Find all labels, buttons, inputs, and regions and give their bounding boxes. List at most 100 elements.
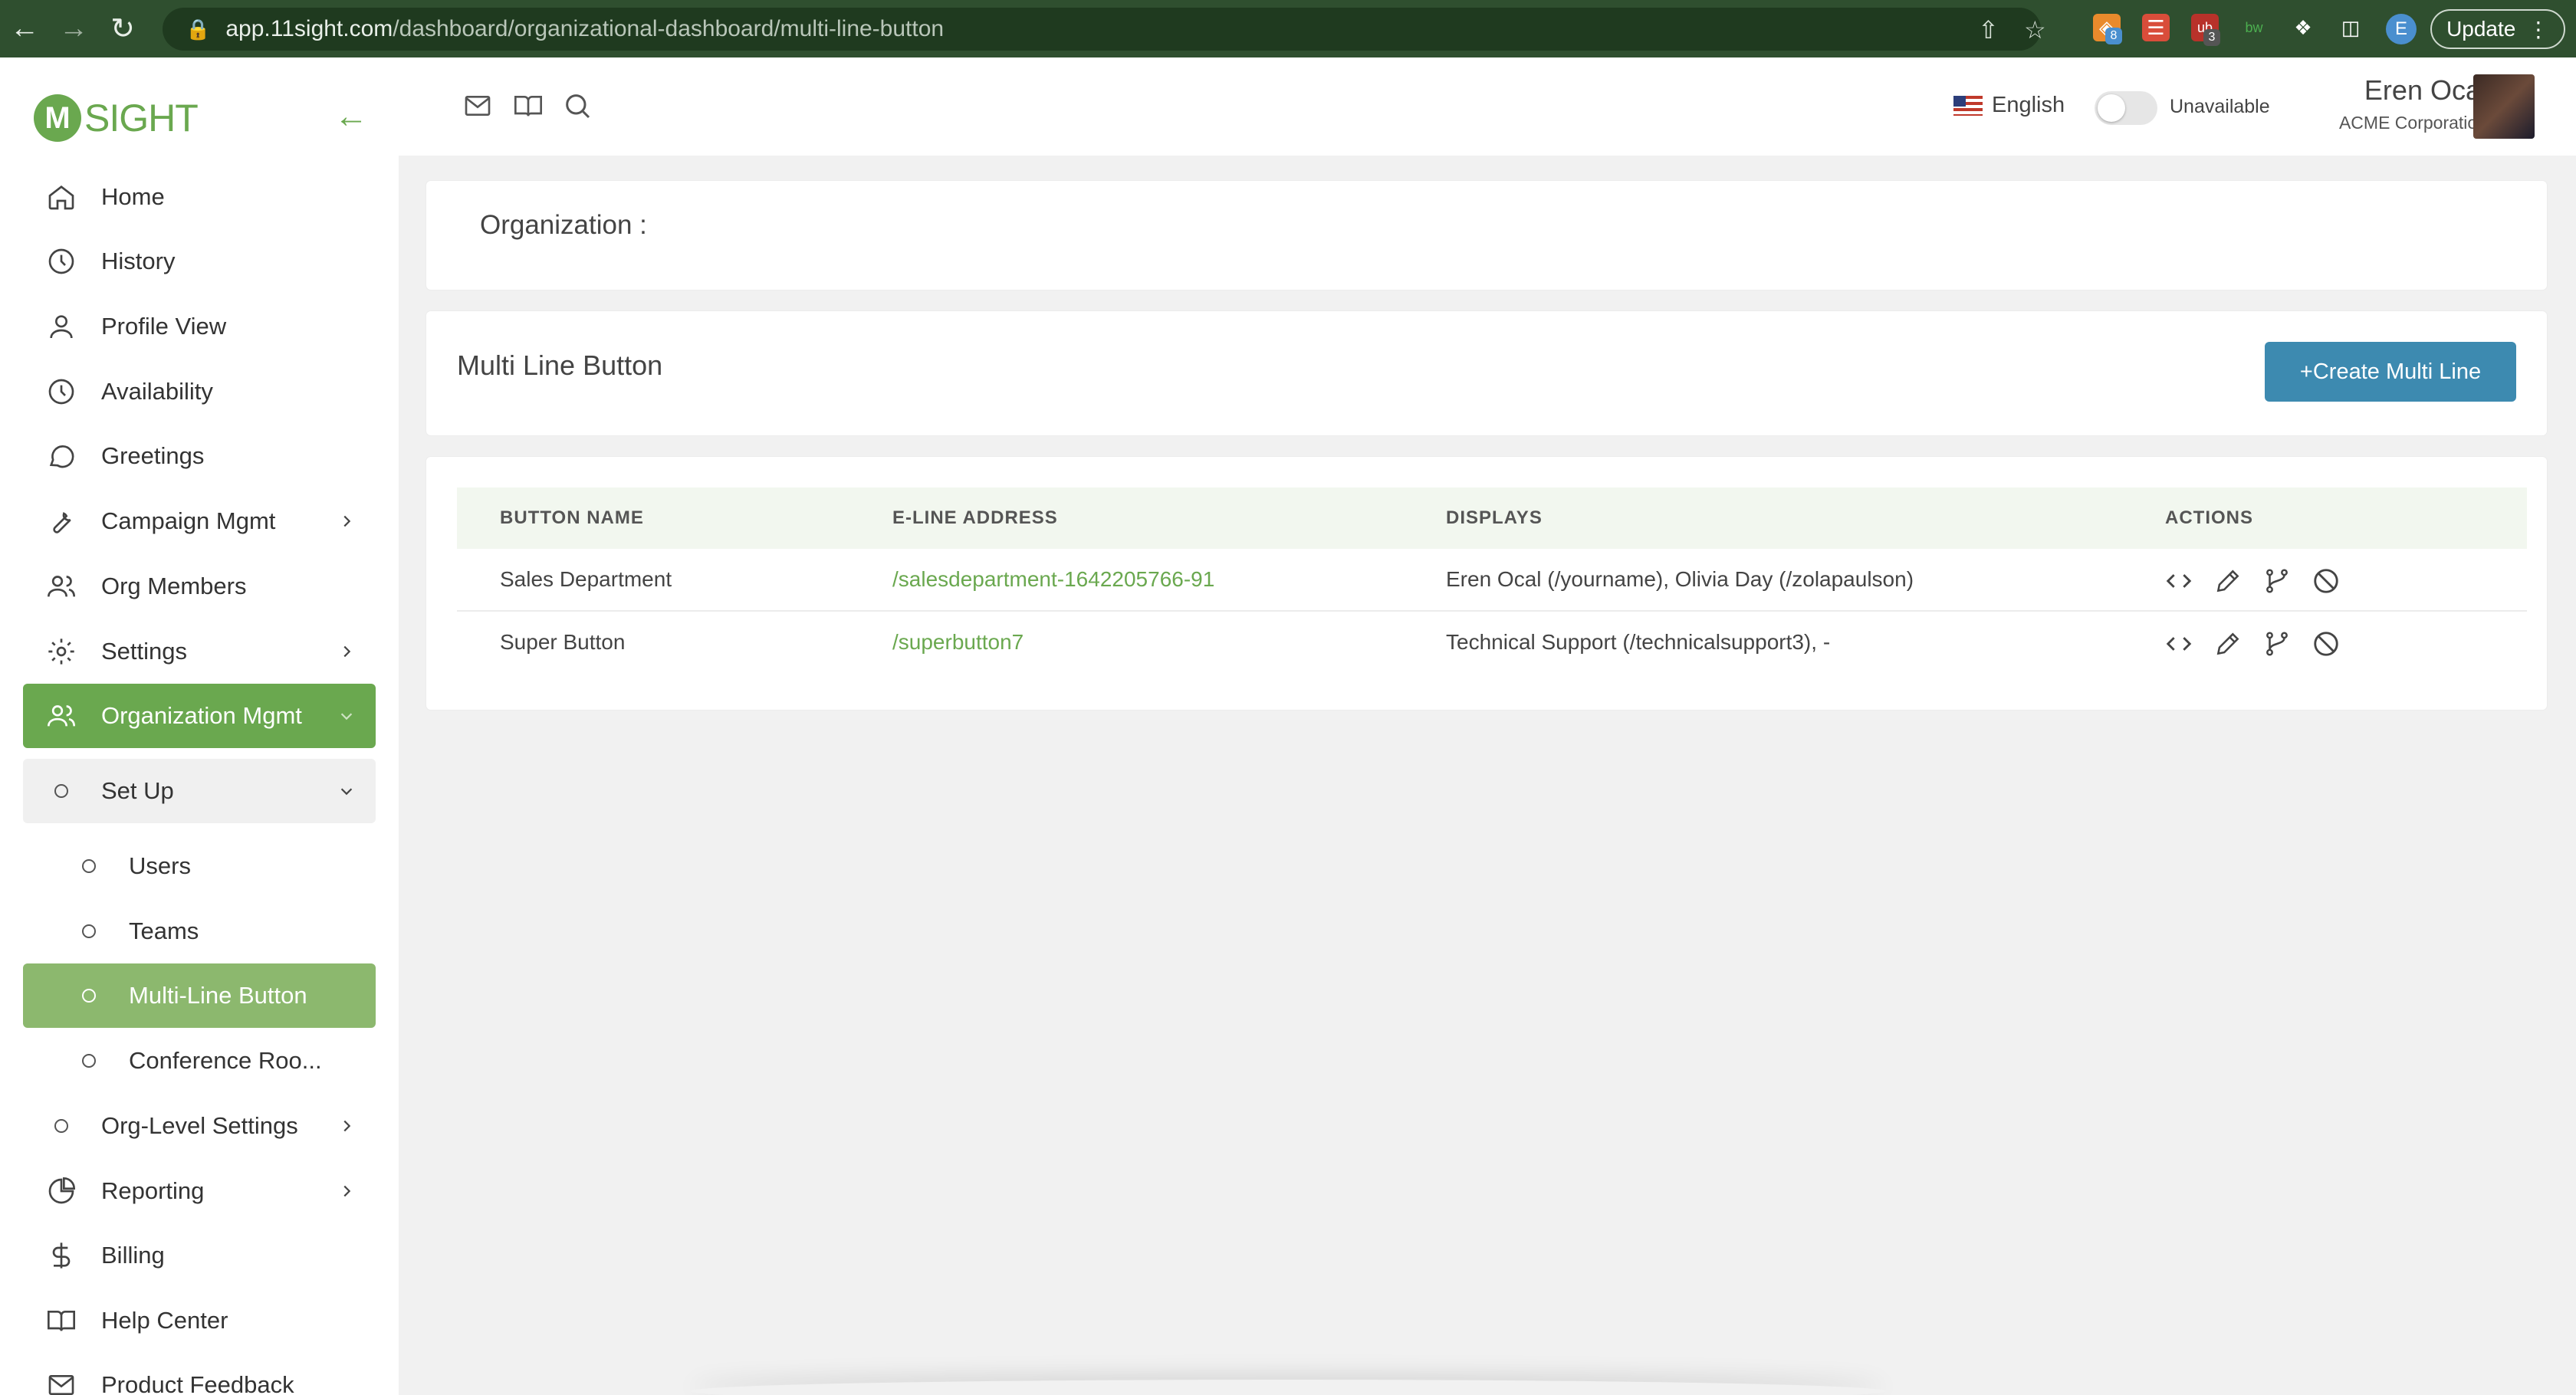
edit-pencil-icon[interactable] [2213, 566, 2243, 596]
sidebar-item-availability[interactable]: Availability [23, 359, 376, 424]
pie-chart-icon [44, 1174, 78, 1208]
column-header: E-LINE ADDRESS [892, 507, 1058, 528]
embed-code-icon[interactable] [2164, 629, 2194, 659]
extension-icon[interactable]: ☰ [2142, 14, 2170, 41]
home-icon [44, 180, 78, 214]
top-header: English Unavailable Eren Ocal ACME Corpo… [399, 57, 2576, 156]
git-branch-icon[interactable] [2262, 629, 2292, 659]
mail-icon [44, 1368, 78, 1395]
sidebar-item-label: Profile View [101, 313, 227, 340]
organization-label: Organization : [480, 210, 647, 240]
multi-line-button-header-card: Multi Line Button +Create Multi Line [426, 311, 2547, 435]
sidebar-item-label: Users [129, 852, 191, 879]
disable-icon[interactable] [2311, 629, 2341, 659]
sidebar-item-help-center[interactable]: Help Center [23, 1288, 376, 1353]
footer-shadow [690, 1380, 1886, 1395]
sidebar-item-users[interactable]: Users [23, 834, 376, 898]
circle-icon [72, 979, 106, 1013]
sidebar-item-set-up[interactable]: Set Up [23, 759, 376, 823]
mail-icon[interactable] [460, 88, 495, 123]
avatar[interactable] [2473, 74, 2535, 139]
extension-icon[interactable]: bw [2240, 14, 2268, 41]
eline-address-link[interactable]: /salesdepartment-1642205766-91 [892, 567, 1214, 592]
sidebar-item-org-members[interactable]: Org Members [23, 554, 376, 619]
sidebar-item-label: Availability [101, 378, 213, 405]
circle-icon [44, 1109, 78, 1143]
star-icon[interactable]: ☆ [2024, 15, 2046, 44]
sidebar-item-profile-view[interactable]: Profile View [23, 294, 376, 359]
lock-icon: 🔒 [186, 17, 211, 41]
circle-icon [72, 1044, 106, 1078]
dollar-icon [44, 1239, 78, 1272]
sidebar-item-home[interactable]: Home [23, 165, 376, 229]
sidebar-item-history[interactable]: History [23, 229, 376, 294]
puzzle-icon[interactable]: ❖ [2289, 14, 2317, 41]
language-selector[interactable]: English [1953, 93, 2065, 118]
chevron-right-icon [333, 638, 360, 665]
git-branch-icon[interactable] [2262, 566, 2292, 596]
sidebar-item-reporting[interactable]: Reporting [23, 1159, 376, 1223]
users-icon [44, 569, 78, 603]
forward-icon[interactable]: → [49, 0, 98, 57]
sidebar-item-multi-line-button[interactable]: Multi-Line Button [23, 963, 376, 1028]
sidebar-item-label: Org Members [101, 573, 247, 599]
column-header: DISPLAYS [1446, 507, 1543, 528]
share-icon[interactable]: ⇧ [1978, 15, 1999, 44]
logo-text: SIGHT [84, 97, 199, 140]
availability-toggle[interactable] [2095, 91, 2157, 125]
sidebar-item-label: Reporting [101, 1177, 205, 1204]
sidebar-item-label: Org-Level Settings [101, 1112, 298, 1139]
update-button[interactable]: Update ⋮ [2430, 9, 2565, 49]
user-name[interactable]: Eren Ocal [2364, 74, 2487, 107]
book-icon [44, 1304, 78, 1338]
sidebar-item-label: History [101, 248, 176, 274]
collapse-sidebar-arrow-icon[interactable]: ← [334, 97, 368, 136]
user-organization: ACME Corporation [2338, 113, 2487, 133]
eline-address-link[interactable]: /superbutton7 [892, 630, 1024, 655]
sidebar-item-label: Organization Mgmt [101, 702, 302, 729]
button-name-cell: Sales Department [500, 567, 672, 591]
sidebar-item-label: Home [101, 183, 165, 210]
sidebar-item-teams[interactable]: Teams [23, 899, 376, 963]
sidebar-item-billing[interactable]: Billing [23, 1223, 376, 1288]
sidebar-item-campaign-mgmt[interactable]: Campaign Mgmt [23, 489, 376, 553]
column-header: BUTTON NAME [500, 507, 644, 528]
reload-icon[interactable]: ↻ [98, 0, 147, 57]
page-title: Multi Line Button [457, 350, 663, 381]
sidebar-item-settings[interactable]: Settings [23, 619, 376, 684]
sidebar-item-conference-rooms[interactable]: Conference Roo... [23, 1029, 376, 1093]
clock-icon [44, 245, 78, 278]
sidebar-item-greetings[interactable]: Greetings [23, 424, 376, 488]
extension-badge: 8 [2105, 28, 2122, 44]
chat-bubble-icon [44, 439, 78, 473]
chevron-down-icon [333, 702, 360, 730]
logo[interactable]: M SIGHT [34, 94, 199, 142]
sidebar-item-product-feedback[interactable]: Product Feedback [23, 1353, 376, 1395]
book-icon[interactable] [511, 88, 546, 123]
clock-icon [44, 375, 78, 409]
sidebar-item-org-level-settings[interactable]: Org-Level Settings [23, 1094, 376, 1158]
extension-badge: 3 [2203, 29, 2220, 46]
wrench-icon [44, 504, 78, 538]
edit-pencil-icon[interactable] [2213, 629, 2243, 659]
chevron-down-icon [333, 777, 360, 805]
back-icon[interactable]: ← [0, 0, 49, 57]
disable-icon[interactable] [2311, 566, 2341, 596]
embed-code-icon[interactable] [2164, 566, 2194, 596]
availability-status: Unavailable [2170, 96, 2270, 117]
sidebar-item-label: Campaign Mgmt [101, 507, 276, 534]
us-flag-icon [1953, 95, 1983, 116]
search-icon[interactable] [560, 88, 595, 123]
sidebar-item-organization-mgmt[interactable]: Organization Mgmt [23, 684, 376, 748]
table-row: Sales Department /salesdepartment-164220… [457, 549, 2527, 612]
address-bar[interactable]: 🔒 app.11sight.com/dashboard/organization… [163, 8, 2046, 51]
chevron-right-icon [333, 1112, 360, 1140]
sidebar-item-label: Product Feedback [101, 1371, 294, 1395]
chevron-right-icon [333, 507, 360, 535]
sidepanel-icon[interactable]: ◫ [2337, 14, 2364, 41]
create-multi-line-button[interactable]: +Create Multi Line [2265, 342, 2516, 402]
row-actions [2164, 566, 2341, 596]
profile-avatar[interactable]: E [2386, 14, 2417, 44]
sidebar-item-label: Multi-Line Button [129, 982, 307, 1009]
users-icon [44, 699, 78, 733]
